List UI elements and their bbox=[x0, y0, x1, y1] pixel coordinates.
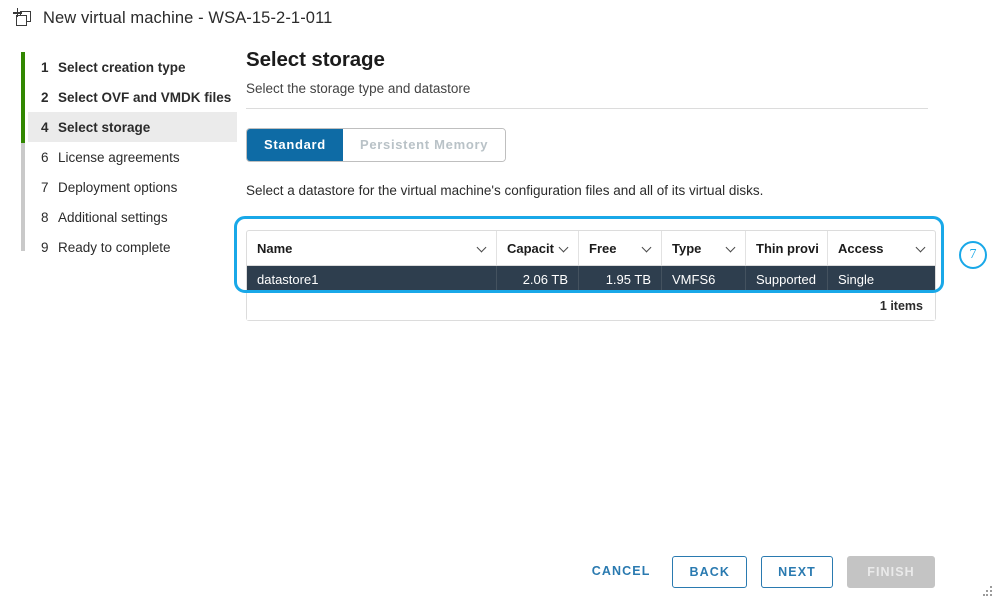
cell-access: Single bbox=[838, 271, 875, 287]
finish-button: FINISH bbox=[847, 556, 935, 588]
step-number: 1 bbox=[41, 59, 49, 75]
window-resize-grip[interactable] bbox=[983, 586, 993, 596]
sidebar-step-select-ovf-vmdk[interactable]: 2 Select OVF and VMDK files bbox=[28, 82, 237, 112]
column-header-free[interactable]: Free bbox=[579, 231, 662, 265]
window-title: New virtual machine - WSA-15-2-1-011 bbox=[43, 8, 333, 27]
sidebar-step-additional-settings[interactable]: 8 Additional settings bbox=[28, 202, 237, 232]
wizard-footer: CANCEL BACK NEXT FINISH bbox=[0, 543, 999, 601]
step-number: 4 bbox=[41, 119, 49, 135]
cell-name: datastore1 bbox=[247, 266, 497, 292]
cell-thin-provisioning: Supported bbox=[746, 266, 828, 292]
back-button[interactable]: BACK bbox=[672, 556, 747, 588]
column-header-capacity[interactable]: Capacity bbox=[497, 231, 579, 265]
step-label: Select storage bbox=[58, 119, 151, 135]
tab-persistent-memory[interactable]: Persistent Memory bbox=[342, 129, 506, 161]
step-number: 2 bbox=[41, 89, 49, 105]
chevron-down-icon[interactable] bbox=[560, 244, 569, 253]
chevron-down-icon[interactable] bbox=[917, 244, 926, 253]
window-titlebar: New virtual machine - WSA-15-2-1-011 bbox=[0, 0, 999, 36]
step-label: Additional settings bbox=[58, 209, 168, 225]
step-label: Ready to complete bbox=[58, 239, 171, 255]
sidebar-step-deployment-options[interactable]: 7 Deployment options bbox=[28, 172, 237, 202]
datastore-table: Name Capacity Free Type Thin provisio bbox=[246, 230, 936, 321]
page-title: Select storage bbox=[246, 48, 385, 71]
column-label: Thin provisio bbox=[756, 240, 818, 256]
annotation-step-badge: 7 bbox=[959, 241, 987, 269]
instruction-text: Select a datastore for the virtual machi… bbox=[246, 183, 764, 198]
next-button[interactable]: NEXT bbox=[761, 556, 833, 588]
sidebar-step-select-creation-type[interactable]: 1 Select creation type bbox=[28, 52, 237, 82]
column-header-name[interactable]: Name bbox=[247, 231, 497, 265]
column-label: Capacity bbox=[507, 240, 554, 256]
step-label: License agreements bbox=[58, 149, 180, 165]
wizard-progress-fill bbox=[21, 52, 25, 143]
sidebar-step-select-storage[interactable]: 4 Select storage bbox=[28, 112, 237, 142]
column-label: Free bbox=[589, 240, 617, 256]
table-header-row: Name Capacity Free Type Thin provisio bbox=[247, 231, 935, 266]
column-label: Name bbox=[257, 240, 293, 256]
step-number: 8 bbox=[41, 209, 49, 225]
table-row[interactable]: datastore1 2.06 TB 1.95 TB VMFS6 Support… bbox=[247, 266, 935, 292]
tab-standard[interactable]: Standard bbox=[247, 129, 343, 161]
wizard-progress-rail bbox=[21, 52, 25, 251]
chevron-down-icon[interactable] bbox=[643, 244, 652, 253]
storage-type-tabs: Standard Persistent Memory bbox=[246, 128, 507, 162]
step-number: 6 bbox=[41, 149, 49, 165]
main-content: Select storage Select the storage type a… bbox=[246, 48, 936, 321]
sidebar-step-ready-to-complete[interactable]: 9 Ready to complete bbox=[28, 232, 237, 262]
chevron-down-icon[interactable] bbox=[727, 244, 736, 253]
column-header-thin-provisioning[interactable]: Thin provisio bbox=[746, 231, 828, 265]
column-label: Type bbox=[672, 240, 702, 256]
cell-type: VMFS6 bbox=[662, 266, 746, 292]
cancel-button[interactable]: CANCEL bbox=[584, 556, 659, 588]
step-label: Deployment options bbox=[58, 179, 178, 195]
new-vm-icon bbox=[12, 7, 34, 29]
step-number: 9 bbox=[41, 239, 49, 255]
cell-free: 1.95 TB bbox=[579, 266, 662, 292]
step-number: 7 bbox=[41, 179, 49, 195]
datastore-table-container: Name Capacity Free Type Thin provisio bbox=[246, 230, 936, 321]
column-label: Access bbox=[838, 240, 884, 256]
step-label: Select creation type bbox=[58, 59, 186, 75]
step-label: Select OVF and VMDK files bbox=[58, 89, 232, 105]
column-header-type[interactable]: Type bbox=[662, 231, 746, 265]
header-divider bbox=[246, 108, 928, 109]
cell-capacity: 2.06 TB bbox=[497, 266, 579, 292]
table-footer-count: 1 items bbox=[247, 292, 935, 320]
page-subtitle: Select the storage type and datastore bbox=[246, 81, 471, 96]
column-header-access[interactable]: Access bbox=[828, 231, 935, 265]
sidebar-step-license-agreements[interactable]: 6 License agreements bbox=[28, 142, 237, 172]
chevron-down-icon[interactable] bbox=[478, 244, 487, 253]
